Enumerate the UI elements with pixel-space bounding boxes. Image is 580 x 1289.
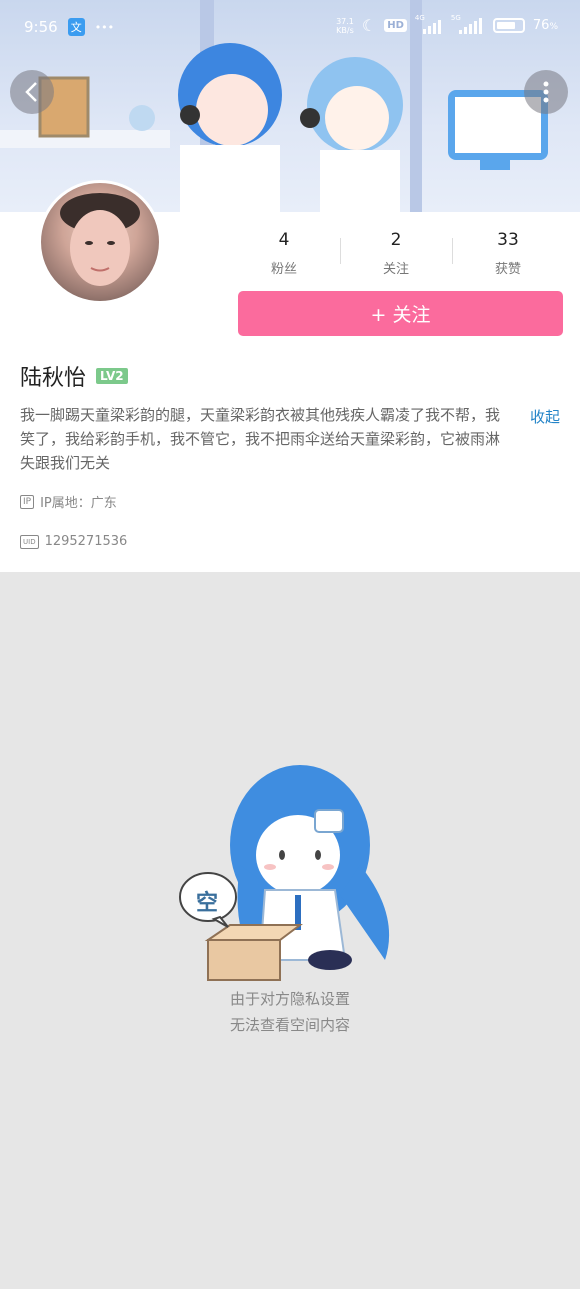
back-button[interactable]: [10, 70, 54, 114]
following-count: 2: [390, 230, 402, 250]
net-speed: 37.1 KB/s: [336, 16, 354, 35]
ip-location-row: IP IP属地：广东: [20, 492, 117, 511]
user-bio: 我一脚踢天童梁彩韵的腿，天童梁彩韵衣被其他残疾人霸凌了我不帮，我笑了，我给彩韵手…: [20, 406, 501, 472]
following-label: 关注: [382, 262, 409, 277]
fans-count: 4: [278, 230, 290, 250]
stat-fans[interactable]: 4 粉丝: [228, 228, 340, 277]
battery-icon: [492, 18, 525, 33]
follow-button[interactable]: + 关注: [238, 291, 563, 336]
empty-state-message: 由于对方隐私设置 无法查看空间内容: [0, 986, 580, 1038]
level-badge: LV2: [96, 368, 128, 384]
avatar[interactable]: [38, 180, 162, 304]
battery-level: [496, 22, 516, 29]
more-vertical-icon: [543, 81, 549, 103]
collapse-bio-button[interactable]: 收起: [530, 406, 560, 427]
more-notifications-icon: •••: [94, 20, 115, 34]
moon-icon: ☾: [361, 16, 377, 35]
more-button[interactable]: [524, 70, 568, 114]
translate-app-icon: 文: [67, 18, 85, 36]
empty-bubble-text: 空: [196, 891, 219, 916]
stat-following[interactable]: 2 关注: [340, 228, 452, 277]
battery-percent: 76%: [532, 18, 558, 33]
hd-icon: HD: [384, 19, 407, 32]
ip-icon: IP: [20, 494, 35, 509]
avatar-photo: [60, 193, 140, 286]
signal-sim1-icon: 4G: [415, 14, 443, 34]
fans-label: 粉丝: [270, 262, 297, 277]
user-name: 陆秋怡: [20, 366, 87, 391]
empty-state-illustration: 空: [170, 745, 410, 989]
signal-sim2-icon: 5G: [451, 14, 485, 34]
likes-count: 33: [497, 230, 519, 250]
stat-likes[interactable]: 33 获赞: [452, 228, 564, 277]
profile-stats: 4 粉丝 2 关注 33 获赞: [228, 228, 564, 277]
empty-line-1: 由于对方隐私设置: [229, 990, 350, 1008]
uid-value[interactable]: 1295271536: [45, 534, 128, 549]
chevron-left-icon: [25, 82, 37, 102]
name-row: 陆秋怡 LV2: [20, 360, 128, 392]
empty-line-2: 无法查看空间内容: [229, 1016, 350, 1034]
ip-location: IP属地：广东: [40, 496, 117, 511]
status-time: 9:56: [24, 18, 58, 36]
likes-label: 获赞: [494, 262, 521, 277]
uid-row: UID 1295271536: [20, 534, 127, 549]
uid-icon: UID: [20, 534, 39, 549]
status-bar: 9:56 文 ••• 37.1 KB/s ☾ HD 4G 5G 76%: [0, 0, 580, 56]
